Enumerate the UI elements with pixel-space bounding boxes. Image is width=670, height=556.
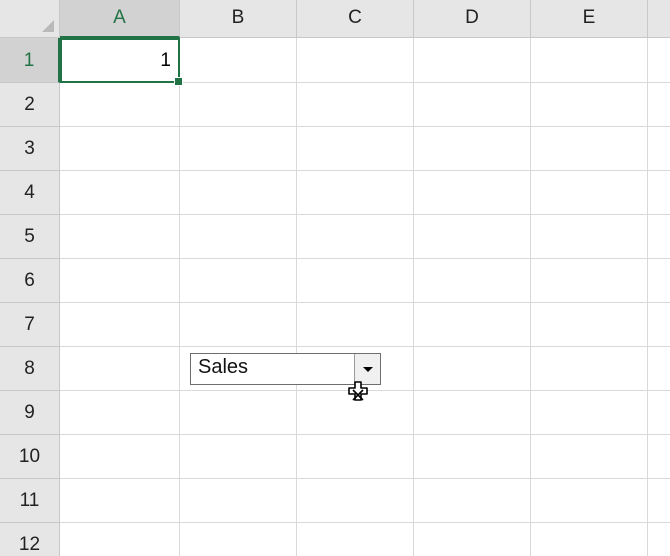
- cell-partial2[interactable]: [648, 83, 670, 127]
- cell-a10[interactable]: [60, 435, 180, 479]
- row-header-2[interactable]: 2: [0, 83, 60, 127]
- cell-c11[interactable]: [297, 479, 414, 523]
- row-header-4[interactable]: 4: [0, 171, 60, 215]
- cell-e12[interactable]: [531, 523, 648, 556]
- column-header-d[interactable]: D: [414, 0, 531, 38]
- spreadsheet-grid[interactable]: A B C D E 1 2 3 4 5 6 7 8 9 10 11 12 1 S…: [0, 0, 670, 556]
- cell-a4[interactable]: [60, 171, 180, 215]
- cell-a8[interactable]: [60, 347, 180, 391]
- cell-e11[interactable]: [531, 479, 648, 523]
- cell-e2[interactable]: [531, 83, 648, 127]
- cell-b3[interactable]: [180, 127, 297, 171]
- cell-b6[interactable]: [180, 259, 297, 303]
- cell-d2[interactable]: [414, 83, 531, 127]
- cell-e4[interactable]: [531, 171, 648, 215]
- row-header-6[interactable]: 6: [0, 259, 60, 303]
- cell-partial7[interactable]: [648, 303, 670, 347]
- row-header-11[interactable]: 11: [0, 479, 60, 523]
- cell-d6[interactable]: [414, 259, 531, 303]
- cell-b10[interactable]: [180, 435, 297, 479]
- move-cursor-icon: [348, 381, 368, 401]
- cell-d8[interactable]: [414, 347, 531, 391]
- cell-partial5[interactable]: [648, 215, 670, 259]
- cell-a11[interactable]: [60, 479, 180, 523]
- cell-a9[interactable]: [60, 391, 180, 435]
- cell-b11[interactable]: [180, 479, 297, 523]
- cell-b5[interactable]: [180, 215, 297, 259]
- cell-partial1[interactable]: [648, 38, 670, 83]
- cell-a3[interactable]: [60, 127, 180, 171]
- cell-partial10[interactable]: [648, 435, 670, 479]
- cell-e1[interactable]: [531, 38, 648, 83]
- cell-partial8[interactable]: [648, 347, 670, 391]
- select-all-triangle-icon: [42, 20, 54, 32]
- cell-d9[interactable]: [414, 391, 531, 435]
- cell-c3[interactable]: [297, 127, 414, 171]
- row-header-10[interactable]: 10: [0, 435, 60, 479]
- cell-partial9[interactable]: [648, 391, 670, 435]
- cell-c10[interactable]: [297, 435, 414, 479]
- cell-partial12[interactable]: [648, 523, 670, 556]
- column-header-b[interactable]: B: [180, 0, 297, 38]
- row-header-3[interactable]: 3: [0, 127, 60, 171]
- cell-d7[interactable]: [414, 303, 531, 347]
- column-header-f-partial[interactable]: [648, 0, 670, 38]
- row-header-9[interactable]: 9: [0, 391, 60, 435]
- column-header-c[interactable]: C: [297, 0, 414, 38]
- cell-c12[interactable]: [297, 523, 414, 556]
- row-header-8[interactable]: 8: [0, 347, 60, 391]
- cell-partial11[interactable]: [648, 479, 670, 523]
- cell-d5[interactable]: [414, 215, 531, 259]
- cell-a2[interactable]: [60, 83, 180, 127]
- cell-partial6[interactable]: [648, 259, 670, 303]
- row-header-5[interactable]: 5: [0, 215, 60, 259]
- cell-a7[interactable]: [60, 303, 180, 347]
- cell-e10[interactable]: [531, 435, 648, 479]
- cell-b2[interactable]: [180, 83, 297, 127]
- cell-b9[interactable]: [180, 391, 297, 435]
- cell-c5[interactable]: [297, 215, 414, 259]
- cell-a1[interactable]: 1: [60, 38, 180, 83]
- cell-b4[interactable]: [180, 171, 297, 215]
- cell-b12[interactable]: [180, 523, 297, 556]
- cell-e3[interactable]: [531, 127, 648, 171]
- chevron-down-icon: [363, 367, 373, 372]
- cell-e9[interactable]: [531, 391, 648, 435]
- cell-partial3[interactable]: [648, 127, 670, 171]
- row-header-7[interactable]: 7: [0, 303, 60, 347]
- fill-handle[interactable]: [174, 77, 183, 86]
- cell-c7[interactable]: [297, 303, 414, 347]
- row-header-12[interactable]: 12: [0, 523, 60, 556]
- cell-d11[interactable]: [414, 479, 531, 523]
- select-all-corner[interactable]: [0, 0, 60, 38]
- column-header-e[interactable]: E: [531, 0, 648, 38]
- cell-a6[interactable]: [60, 259, 180, 303]
- cell-d4[interactable]: [414, 171, 531, 215]
- cell-e8[interactable]: [531, 347, 648, 391]
- cell-c2[interactable]: [297, 83, 414, 127]
- cell-b1[interactable]: [180, 38, 297, 83]
- cell-d1[interactable]: [414, 38, 531, 83]
- cell-c1[interactable]: [297, 38, 414, 83]
- cell-d3[interactable]: [414, 127, 531, 171]
- cell-partial4[interactable]: [648, 171, 670, 215]
- cell-c4[interactable]: [297, 171, 414, 215]
- cell-e7[interactable]: [531, 303, 648, 347]
- cell-a5[interactable]: [60, 215, 180, 259]
- cell-d12[interactable]: [414, 523, 531, 556]
- cell-e6[interactable]: [531, 259, 648, 303]
- column-header-a[interactable]: A: [60, 0, 180, 38]
- cell-e5[interactable]: [531, 215, 648, 259]
- combo-box-value: Sales: [198, 356, 249, 378]
- cell-b7[interactable]: [180, 303, 297, 347]
- cell-c6[interactable]: [297, 259, 414, 303]
- cell-d10[interactable]: [414, 435, 531, 479]
- row-header-1[interactable]: 1: [0, 38, 60, 83]
- cell-a12[interactable]: [60, 523, 180, 556]
